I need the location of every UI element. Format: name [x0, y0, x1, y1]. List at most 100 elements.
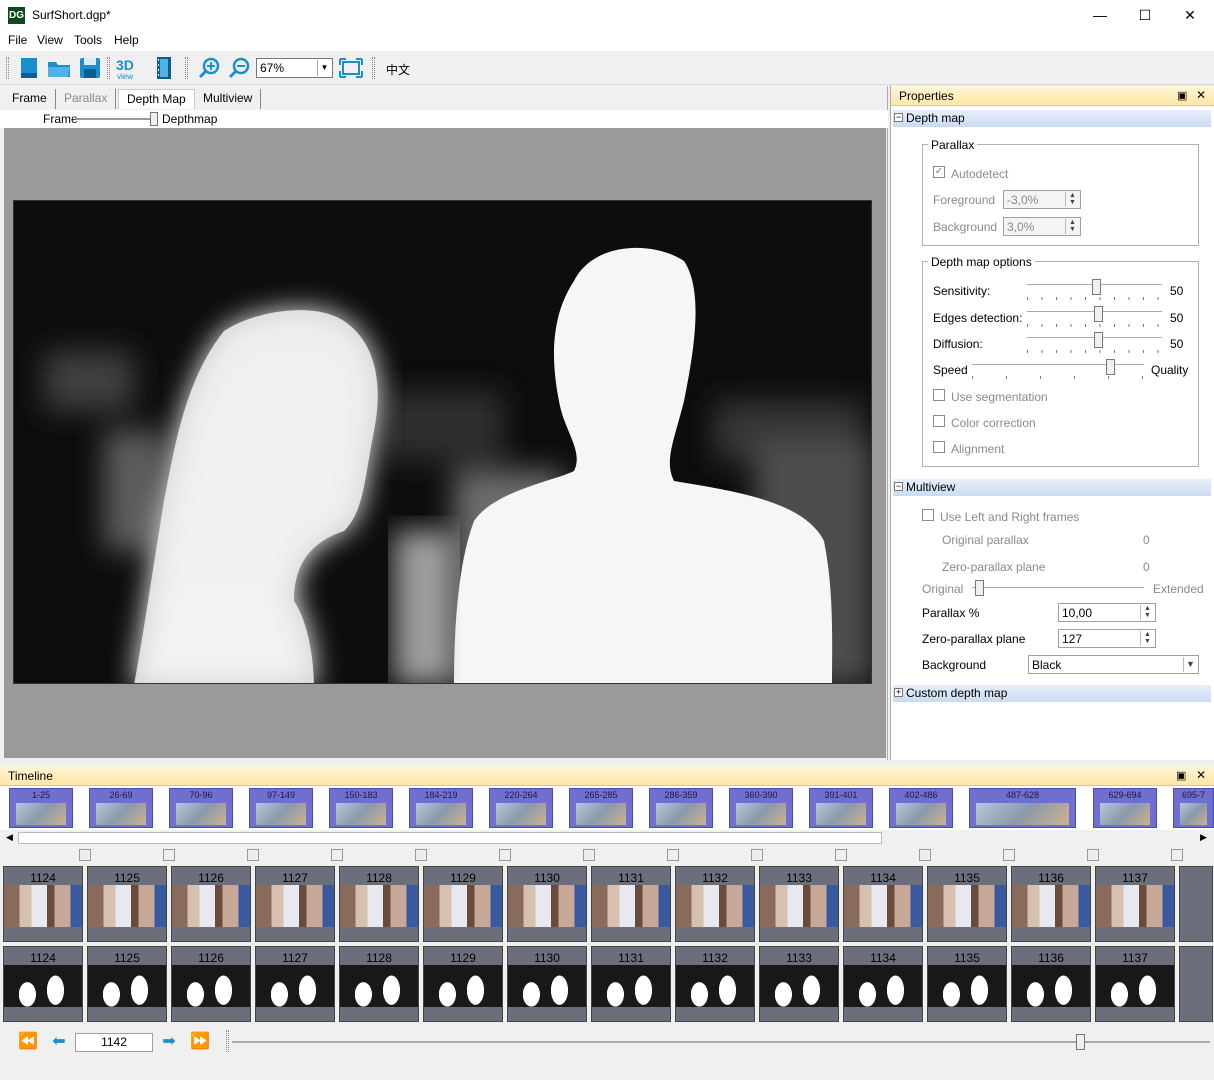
tab-depth-map[interactable]: Depth Map — [118, 89, 195, 109]
view-3d-icon[interactable]: 3D view — [114, 55, 142, 81]
frame-thumbnail[interactable]: 1136 — [1011, 866, 1091, 942]
scroll-left-icon[interactable]: ◀ — [6, 832, 13, 843]
zero-parallax-plane-spinner[interactable]: 127 ▲ ▼ — [1058, 629, 1156, 648]
timeline-clip[interactable]: 391-401 — [809, 788, 873, 828]
depth-thumbnail[interactable]: 1126 — [171, 946, 251, 1022]
frame-thumbnail[interactable]: 1129 — [423, 866, 503, 942]
timeline-clip[interactable]: 1-25 — [9, 788, 73, 828]
multiview-range-thumb[interactable] — [975, 580, 984, 596]
partial-frame[interactable] — [1179, 866, 1213, 942]
next-frame-icon[interactable]: ➡ — [158, 1033, 180, 1051]
depth-thumbnail[interactable]: 1130 — [507, 946, 587, 1022]
frame-thumbnail[interactable]: 1124 — [3, 866, 83, 942]
timeline-clip[interactable]: 26-69 — [89, 788, 153, 828]
depth-thumbnail[interactable]: 1129 — [423, 946, 503, 1022]
keyframe-marker[interactable] — [667, 849, 679, 861]
keyframe-marker[interactable] — [835, 849, 847, 861]
tab-frame[interactable]: Frame — [4, 89, 56, 109]
frame-thumbnail[interactable]: 1132 — [675, 866, 755, 942]
spinner-arrows-icon[interactable]: ▲ ▼ — [1065, 192, 1079, 207]
current-frame-input[interactable]: 1142 — [75, 1033, 153, 1052]
background-spinner[interactable]: 3,0% ▲ ▼ — [1003, 217, 1081, 236]
spinner-arrows-icon[interactable]: ▲ ▼ — [1140, 631, 1154, 646]
parallax-pct-spinner[interactable]: 10,00 ▲ ▼ — [1058, 603, 1156, 622]
menu-view[interactable]: View — [37, 33, 63, 47]
timeline-clip[interactable]: 97-149 — [249, 788, 313, 828]
depth-thumbnail[interactable]: 1124 — [3, 946, 83, 1022]
toolbar-grip[interactable] — [372, 57, 375, 79]
keyframe-marker[interactable] — [499, 849, 511, 861]
depth-thumbnail[interactable]: 1127 — [255, 946, 335, 1022]
open-folder-icon[interactable] — [46, 55, 72, 81]
section-depth-map[interactable]: − Depth map — [893, 110, 1211, 127]
zoom-select[interactable]: 67% ▼ — [256, 58, 333, 78]
frame-thumbnail[interactable]: 1131 — [591, 866, 671, 942]
depth-thumbnail[interactable]: 1136 — [1011, 946, 1091, 1022]
depth-thumbnail[interactable]: 1134 — [843, 946, 923, 1022]
last-frame-icon[interactable]: ⏩ — [189, 1033, 211, 1051]
background-select[interactable]: Black ▼ — [1028, 655, 1199, 674]
depth-thumbnail[interactable]: 1137 — [1095, 946, 1175, 1022]
spinner-arrows-icon[interactable]: ▲ ▼ — [1140, 605, 1154, 620]
close-button[interactable]: ✕ — [1167, 0, 1213, 31]
sensitivity-thumb[interactable] — [1092, 279, 1101, 295]
keyframe-marker[interactable] — [1171, 849, 1183, 861]
timeline-clip[interactable]: 286-359 — [649, 788, 713, 828]
depth-thumbnail[interactable]: 1132 — [675, 946, 755, 1022]
menu-help[interactable]: Help — [114, 33, 139, 47]
fit-to-window-icon[interactable] — [338, 55, 364, 81]
frame-thumbnail[interactable]: 1130 — [507, 866, 587, 942]
timeline-clip[interactable]: 695-7 — [1173, 788, 1214, 828]
foreground-spinner[interactable]: -3,0% ▲ ▼ — [1003, 190, 1081, 209]
float-panel-icon[interactable]: ▣ — [1176, 769, 1186, 782]
timeline-clip[interactable]: 402-486 — [889, 788, 953, 828]
frame-position-thumb[interactable] — [1076, 1034, 1085, 1050]
timeline-clip[interactable]: 184-219 — [409, 788, 473, 828]
chevron-down-icon[interactable]: ▼ — [317, 60, 331, 76]
alignment-checkbox[interactable] — [933, 441, 945, 453]
section-multiview[interactable]: − Multiview — [893, 479, 1211, 496]
depth-thumbnail[interactable]: 1125 — [87, 946, 167, 1022]
scroll-right-icon[interactable]: ▶ — [1200, 832, 1207, 843]
zoom-in-icon[interactable] — [197, 55, 223, 81]
chevron-down-icon[interactable]: ▼ — [1183, 657, 1197, 672]
timeline-clip[interactable]: 70-96 — [169, 788, 233, 828]
depth-thumbnail[interactable]: 1128 — [339, 946, 419, 1022]
view-mix-thumb[interactable] — [150, 112, 158, 126]
multiview-range-track[interactable] — [972, 587, 1144, 589]
filmstrip-icon[interactable] — [151, 55, 177, 81]
section-custom-depth-map[interactable]: + Custom depth map — [893, 685, 1211, 702]
frame-thumbnail[interactable]: 1128 — [339, 866, 419, 942]
timeline-clip[interactable]: 220-264 — [489, 788, 553, 828]
close-panel-icon[interactable]: ✕ — [1196, 88, 1206, 102]
timeline-clip[interactable]: 150-183 — [329, 788, 393, 828]
edges-thumb[interactable] — [1094, 306, 1103, 322]
frame-thumbnail[interactable]: 1135 — [927, 866, 1007, 942]
expand-icon[interactable]: + — [894, 688, 903, 697]
keyframe-marker[interactable] — [331, 849, 343, 861]
keyframe-marker[interactable] — [247, 849, 259, 861]
frame-position-track[interactable] — [232, 1041, 1210, 1043]
collapse-icon[interactable]: − — [894, 113, 903, 122]
keyframe-marker[interactable] — [79, 849, 91, 861]
keyframe-marker[interactable] — [751, 849, 763, 861]
frame-thumbnail[interactable]: 1126 — [171, 866, 251, 942]
speed-quality-track[interactable] — [972, 364, 1144, 366]
speed-quality-thumb[interactable] — [1106, 359, 1115, 375]
keyframe-marker[interactable] — [1003, 849, 1015, 861]
keyframe-marker[interactable] — [1087, 849, 1099, 861]
new-file-icon[interactable] — [16, 55, 42, 81]
float-panel-icon[interactable]: ▣ — [1177, 89, 1187, 102]
keyframe-marker[interactable] — [583, 849, 595, 861]
depth-thumbnail[interactable]: 1135 — [927, 946, 1007, 1022]
close-panel-icon[interactable]: ✕ — [1196, 768, 1206, 782]
scroll-thumb[interactable] — [18, 832, 882, 844]
depth-thumbnail[interactable]: 1133 — [759, 946, 839, 1022]
tab-parallax[interactable]: Parallax — [56, 89, 117, 109]
minimize-button[interactable]: — — [1077, 0, 1123, 31]
diffusion-thumb[interactable] — [1094, 332, 1103, 348]
maximize-button[interactable]: ☐ — [1122, 0, 1168, 31]
save-icon[interactable] — [77, 55, 103, 81]
color-correction-checkbox[interactable] — [933, 415, 945, 427]
menu-file[interactable]: File — [8, 33, 27, 47]
